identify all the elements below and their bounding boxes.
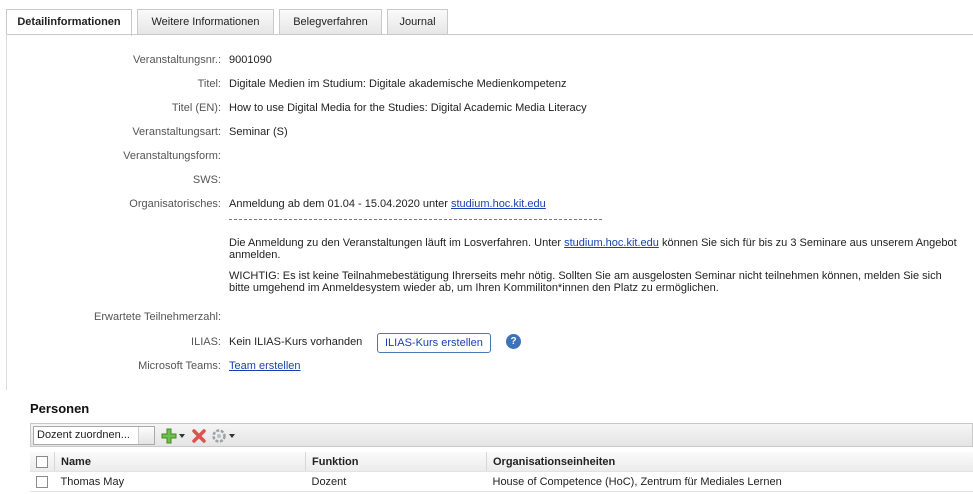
tab-detailinformationen[interactable]: Detailinformationen xyxy=(6,9,132,36)
personen-toolbar: Dozent zuordnen... xyxy=(30,423,973,447)
person-name: Thomas May xyxy=(54,471,306,492)
titel-en-value: How to use Digital Media for the Studies… xyxy=(229,102,587,114)
separator xyxy=(229,219,602,220)
help-icon[interactable]: ? xyxy=(506,334,521,349)
settings-icon[interactable] xyxy=(211,428,227,444)
column-funktion[interactable]: Funktion xyxy=(305,452,487,472)
tab-belegverfahren[interactable]: Belegverfahren xyxy=(279,9,382,34)
select-all-checkbox[interactable] xyxy=(36,455,48,468)
panel-border xyxy=(6,34,7,390)
personen-table: Name Funktion Organisationseinheiten Tho… xyxy=(30,452,973,492)
losverfahren-paragraph: Die Anmeldung zu den Veranstaltungen läu… xyxy=(229,237,964,261)
select-all-cell[interactable] xyxy=(30,452,55,472)
titel-value: Digitale Medien im Studium: Digitale aka… xyxy=(229,78,567,90)
organisatorisches-text: Anmeldung ab dem 01.04 - 15.04.2020 unte… xyxy=(229,198,448,210)
losverfahren-text-pre: Die Anmeldung zu den Veranstaltungen läu… xyxy=(229,237,562,249)
column-name[interactable]: Name xyxy=(54,452,306,472)
row-checkbox[interactable] xyxy=(36,475,49,488)
table-row[interactable]: Thomas May Dozent House of Competence (H… xyxy=(30,471,973,492)
titel-label: Titel: xyxy=(197,78,221,90)
add-icon[interactable] xyxy=(161,428,177,444)
add-chevron-down-icon[interactable] xyxy=(179,434,185,438)
teams-label: Microsoft Teams: xyxy=(138,360,221,372)
veranstaltungsart-value: Seminar (S) xyxy=(229,126,288,138)
row-select-cell[interactable] xyxy=(30,471,55,492)
ilias-label: ILIAS: xyxy=(191,336,221,348)
veranstaltungsform-label: Veranstaltungsform: xyxy=(123,150,221,162)
ilias-kurs-erstellen-button[interactable]: ILIAS-Kurs erstellen xyxy=(377,333,491,353)
person-funktion: Dozent xyxy=(305,471,487,492)
table-header-row: Name Funktion Organisationseinheiten xyxy=(30,452,973,472)
studium-link-2[interactable]: studium.hoc.kit.edu xyxy=(564,237,659,249)
column-organisationseinheiten[interactable]: Organisationseinheiten xyxy=(486,452,973,472)
veranstaltungsnr-value: 9001090 xyxy=(229,54,272,66)
teilnehmerzahl-label: Erwartete Teilnehmerzahl: xyxy=(94,311,221,323)
tab-weitere-informationen[interactable]: Weitere Informationen xyxy=(137,9,274,34)
ilias-value: Kein ILIAS-Kurs vorhanden xyxy=(229,336,363,348)
delete-icon[interactable] xyxy=(191,428,207,444)
tab-journal[interactable]: Journal xyxy=(387,9,448,34)
wichtig-paragraph: WICHTIG: Es ist keine Teilnahmebestätigu… xyxy=(229,270,942,294)
veranstaltungsnr-label: Veranstaltungsnr.: xyxy=(132,54,221,66)
combo-dropdown-button[interactable] xyxy=(138,427,154,444)
settings-chevron-down-icon[interactable] xyxy=(229,434,235,438)
personen-title: Personen xyxy=(30,401,90,416)
sws-label: SWS: xyxy=(192,174,221,186)
dozent-zuordnen-text: Dozent zuordnen... xyxy=(37,429,130,441)
titel-en-label: Titel (EN): xyxy=(171,102,221,114)
organisatorisches-line: Anmeldung ab dem 01.04 - 15.04.2020 unte… xyxy=(229,198,546,210)
organisatorisches-label: Organisatorisches: xyxy=(129,198,221,210)
tab-divider xyxy=(6,34,973,35)
veranstaltungsart-label: Veranstaltungsart: xyxy=(132,126,221,138)
dozent-zuordnen-combo[interactable]: Dozent zuordnen... xyxy=(33,426,155,445)
team-erstellen-link[interactable]: Team erstellen xyxy=(229,360,301,372)
studium-link[interactable]: studium.hoc.kit.edu xyxy=(451,198,546,210)
person-org: House of Competence (HoC), Zentrum für M… xyxy=(486,471,973,492)
